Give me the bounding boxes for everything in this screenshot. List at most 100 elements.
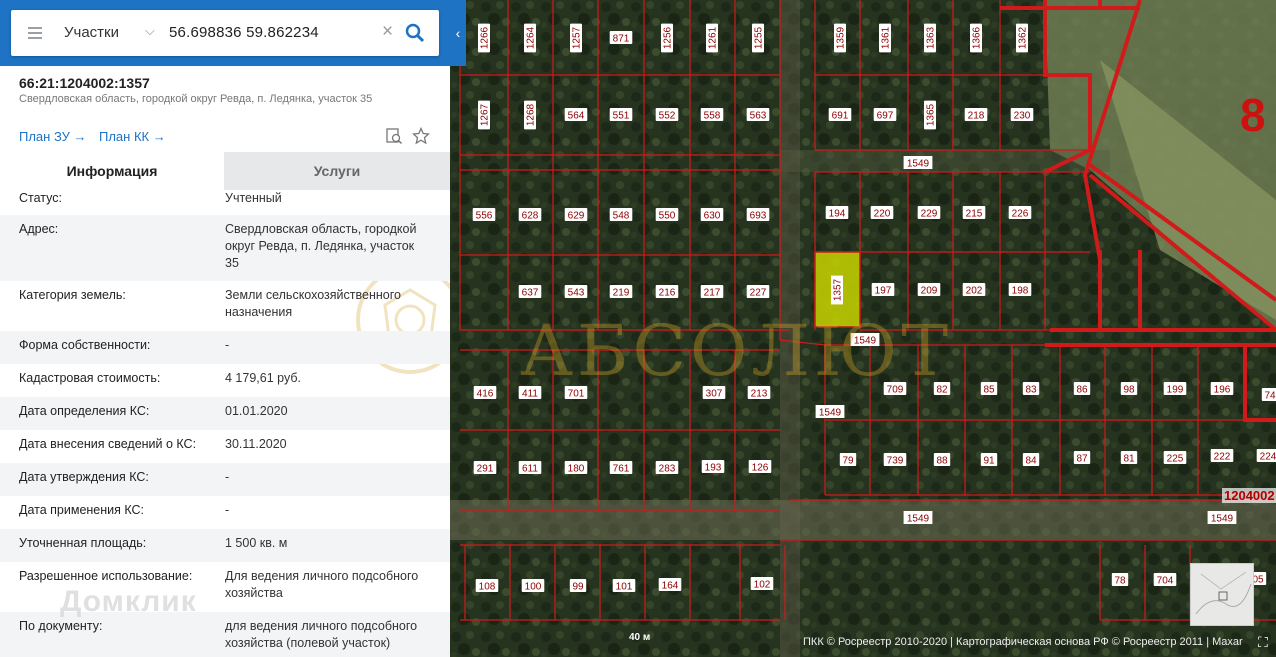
- plot-label[interactable]: 563: [746, 108, 770, 122]
- layer-select[interactable]: Участки: [64, 24, 119, 41]
- plot-label[interactable]: 98: [1120, 382, 1138, 396]
- svg-text:1268: 1268: [526, 103, 537, 126]
- minimap[interactable]: [1190, 563, 1254, 626]
- plot-label[interactable]: 88: [933, 453, 951, 467]
- plot-label[interactable]: 1366: [970, 23, 983, 53]
- plot-label[interactable]: 216: [655, 285, 679, 299]
- plot-label[interactable]: 85: [980, 382, 998, 396]
- plot-label[interactable]: 704: [1153, 573, 1177, 587]
- plot-label[interactable]: 101: [612, 579, 636, 593]
- plot-label[interactable]: 1266: [478, 23, 491, 53]
- menu-icon[interactable]: [28, 27, 42, 39]
- plot-label[interactable]: 1261: [706, 23, 719, 53]
- plot-label[interactable]: 1256: [661, 23, 674, 53]
- plot-label[interactable]: 87: [1073, 451, 1091, 465]
- plot-label[interactable]: 84: [1022, 453, 1040, 467]
- plot-label[interactable]: 79: [839, 453, 857, 467]
- plot-label[interactable]: 100: [521, 579, 545, 593]
- plot-label[interactable]: 126: [748, 460, 772, 474]
- plot-label[interactable]: 1268: [524, 100, 537, 130]
- plot-label[interactable]: 1363: [924, 23, 937, 53]
- plot-label[interactable]: 198: [1008, 283, 1032, 297]
- plot-label[interactable]: 416: [473, 386, 497, 400]
- plot-label[interactable]: 1362: [1016, 23, 1029, 53]
- svg-text:693: 693: [750, 211, 767, 222]
- plot-label[interactable]: 164: [658, 578, 682, 592]
- plot-label[interactable]: 91: [980, 453, 998, 467]
- tab-info[interactable]: Информация: [0, 152, 224, 190]
- plot-label[interactable]: 180: [564, 461, 588, 475]
- plot-label[interactable]: 291: [473, 461, 497, 475]
- plot-label[interactable]: 283: [655, 461, 679, 475]
- plot-label[interactable]: 543: [564, 285, 588, 299]
- plot-label[interactable]: 193: [701, 460, 725, 474]
- plot-label[interactable]: 220: [870, 206, 894, 220]
- plot-label[interactable]: 871: [609, 31, 633, 45]
- plot-label[interactable]: 227: [746, 285, 770, 299]
- plot-label[interactable]: 1255: [752, 23, 765, 53]
- plot-label[interactable]: 691: [828, 108, 852, 122]
- plot-label[interactable]: 196: [1210, 382, 1234, 396]
- search-icon[interactable]: [404, 22, 426, 44]
- plot-label[interactable]: 209: [917, 283, 941, 297]
- plot-label[interactable]: 230: [1010, 108, 1034, 122]
- tab-services[interactable]: Услуги: [224, 152, 450, 190]
- plot-label[interactable]: 556: [472, 208, 496, 222]
- plot-label[interactable]: 229: [917, 206, 941, 220]
- plot-label[interactable]: 224: [1256, 449, 1276, 463]
- plot-label[interactable]: 226: [1008, 206, 1032, 220]
- collapse-panel-button[interactable]: ‹: [450, 0, 466, 66]
- search-input[interactable]: 56.698836 59.862234: [169, 24, 319, 41]
- search-box[interactable]: Участки ⌵ 56.698836 59.862234 ×: [11, 10, 439, 56]
- plot-label[interactable]: 697: [873, 108, 897, 122]
- plot-label[interactable]: 1264: [524, 23, 537, 53]
- plot-label[interactable]: 219: [609, 285, 633, 299]
- plot-label[interactable]: 83: [1022, 382, 1040, 396]
- plot-label[interactable]: 81: [1120, 451, 1138, 465]
- plot-label[interactable]: 217: [700, 285, 724, 299]
- plot-label[interactable]: 1361: [879, 23, 892, 53]
- chevron-down-icon[interactable]: ⌵: [145, 23, 155, 39]
- plot-label[interactable]: 225: [1163, 451, 1187, 465]
- plot-label[interactable]: 693: [746, 208, 770, 222]
- svg-text:218: 218: [968, 111, 985, 122]
- plot-label[interactable]: 86: [1073, 382, 1091, 396]
- plot-label[interactable]: 548: [609, 208, 633, 222]
- clear-icon[interactable]: ×: [382, 21, 393, 43]
- plot-label[interactable]: 194: [825, 206, 849, 220]
- plot-label[interactable]: 629: [564, 208, 588, 222]
- fullscreen-icon[interactable]: ⛶: [1258, 634, 1268, 651]
- plot-label[interactable]: 739: [883, 453, 907, 467]
- plot-label[interactable]: 202: [962, 283, 986, 297]
- plot-label[interactable]: 558: [700, 108, 724, 122]
- plot-label[interactable]: 1257: [570, 23, 583, 53]
- plot-label[interactable]: 99: [569, 579, 587, 593]
- plot-label[interactable]: 102: [750, 577, 774, 591]
- plot-label[interactable]: 218: [964, 108, 988, 122]
- plot-label[interactable]: 108: [475, 579, 499, 593]
- plot-label[interactable]: 630: [700, 208, 724, 222]
- plot-label[interactable]: 564: [564, 108, 588, 122]
- plot-label[interactable]: 611: [518, 461, 542, 475]
- plot-label[interactable]: 552: [655, 108, 679, 122]
- zoom-to-icon[interactable]: [385, 127, 403, 145]
- star-icon[interactable]: [412, 127, 430, 145]
- plot-label[interactable]: 637: [518, 285, 542, 299]
- selected-plot-label: 1357: [831, 275, 844, 305]
- plot-label[interactable]: 78: [1111, 573, 1129, 587]
- plot-label[interactable]: 550: [655, 208, 679, 222]
- plot-label[interactable]: 1267: [478, 100, 491, 130]
- plot-label[interactable]: 215: [962, 206, 986, 220]
- plot-label[interactable]: 222: [1210, 449, 1234, 463]
- svg-text:629: 629: [568, 211, 585, 222]
- plot-label[interactable]: 1359: [834, 23, 847, 53]
- plot-label[interactable]: 74: [1261, 388, 1276, 402]
- plot-label[interactable]: 551: [609, 108, 633, 122]
- plot-label[interactable]: 628: [518, 208, 542, 222]
- plot-label[interactable]: 199: [1163, 382, 1187, 396]
- plan-kk-link[interactable]: План КК →: [99, 129, 166, 144]
- plot-label[interactable]: 197: [871, 283, 895, 297]
- plan-zu-link[interactable]: План ЗУ →: [19, 129, 87, 144]
- plot-label[interactable]: 761: [609, 461, 633, 475]
- plot-label[interactable]: 1365: [924, 100, 937, 130]
